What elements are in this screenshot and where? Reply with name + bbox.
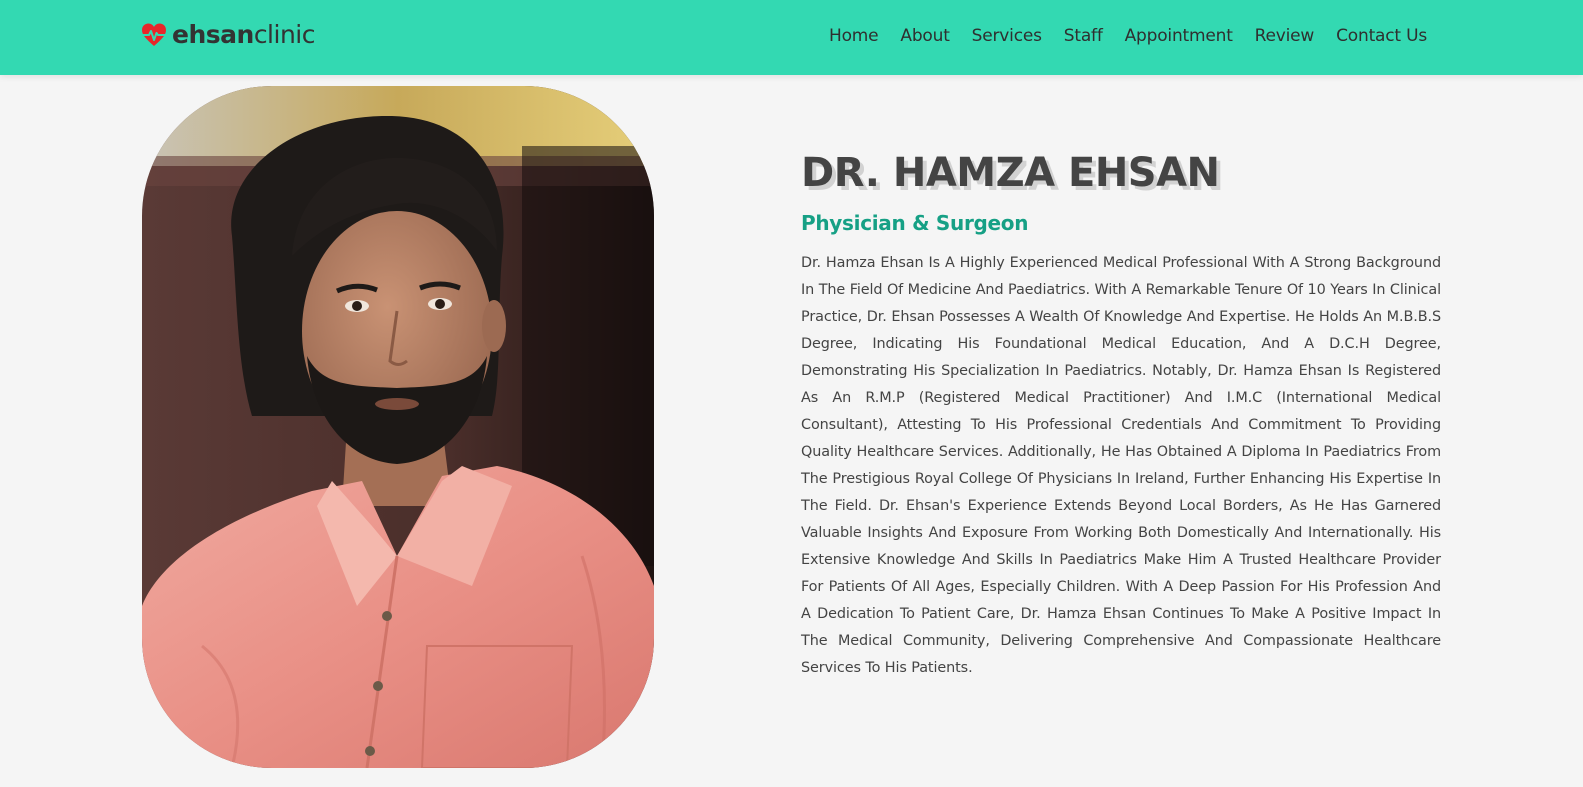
nav-contact-us[interactable]: Contact Us (1336, 24, 1427, 48)
logo-text: ehsanclinic (172, 20, 316, 50)
nav-home[interactable]: Home (829, 24, 879, 48)
nav-services[interactable]: Services (972, 24, 1042, 48)
doctor-name: DR. HAMZA EHSAN (801, 150, 1220, 196)
main-nav: Home About Services Staff Appointment Re… (829, 24, 1427, 48)
nav-staff[interactable]: Staff (1064, 24, 1103, 48)
nav-appointment[interactable]: Appointment (1125, 24, 1233, 48)
logo-link[interactable]: ehsanclinic (141, 20, 316, 50)
doctor-bio: Dr. Hamza Ehsan Is A Highly Experienced … (801, 255, 1441, 676)
doctor-photo (142, 86, 654, 768)
doctor-title: Physician & Surgeon (801, 211, 1029, 235)
heartbeat-icon (141, 22, 167, 48)
nav-about[interactable]: About (900, 24, 949, 48)
logo-text-bold: ehsan (172, 20, 254, 49)
doctor-profile: DR. HAMZA EHSAN Physician & Surgeon Dr. … (801, 150, 1441, 682)
nav-review[interactable]: Review (1255, 24, 1315, 48)
logo-text-light: clinic (253, 20, 316, 49)
site-header: ehsanclinic Home About Services Staff Ap… (0, 0, 1583, 75)
